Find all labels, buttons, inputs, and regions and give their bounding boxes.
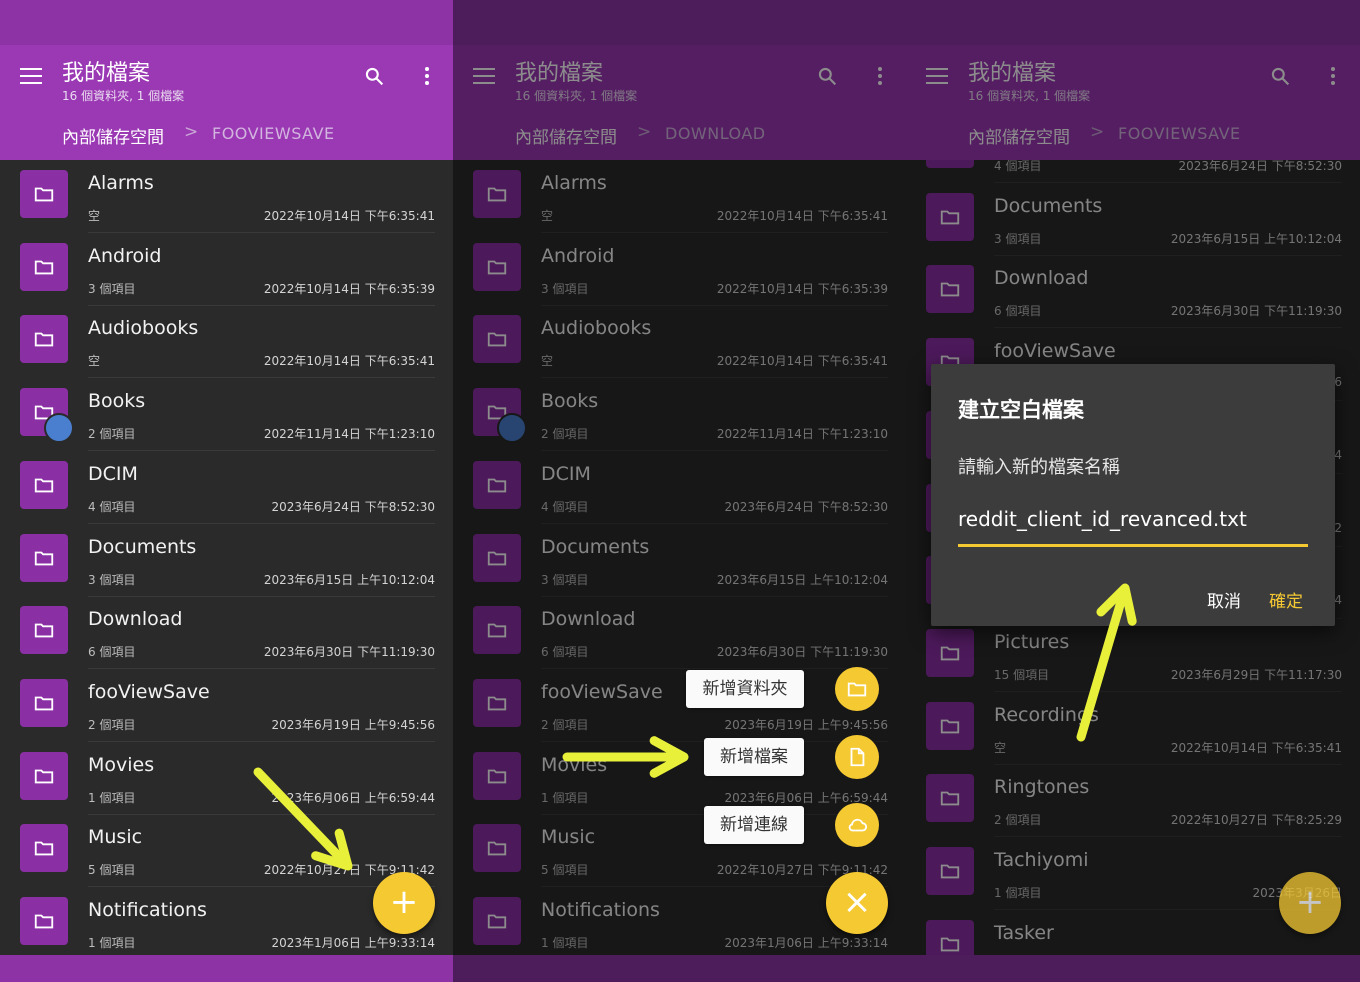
item-date: 2023年6月30日 下午11:19:30	[263, 645, 435, 660]
dot	[425, 67, 429, 71]
item-date: 2023年6月15日 上午10:12:04	[263, 572, 435, 587]
new-file-label[interactable]: 新增檔案	[704, 738, 804, 776]
new-folder-button[interactable]	[835, 667, 879, 711]
hamburger-menu-icon[interactable]	[20, 68, 42, 84]
item-name: fooViewSave	[88, 680, 210, 703]
item-count: 1 個項目	[88, 790, 136, 805]
new-file-button[interactable]	[835, 735, 879, 779]
item-name: Audiobooks	[88, 317, 199, 340]
dot	[425, 81, 429, 85]
item-name: Documents	[88, 535, 197, 558]
dialog-title: 建立空白檔案	[958, 398, 1084, 422]
item-count: 4 個項目	[88, 499, 136, 514]
item-count: 空	[88, 354, 101, 369]
file-list-item[interactable]: Alarms 空 2022年10月14日 下午6:35:41	[0, 160, 453, 233]
add-fab-button[interactable]: +	[373, 872, 435, 934]
item-count: 空	[88, 209, 101, 223]
folder-icon	[20, 242, 68, 291]
app-title: 我的檔案	[62, 61, 151, 86]
item-count: 1 個項目	[88, 936, 136, 950]
item-name: Android	[88, 244, 162, 267]
folder-icon	[20, 751, 68, 800]
file-list: Alarms 空 2022年10月14日 下午6:35:41 Android 3 個項目…	[0, 160, 453, 955]
item-name: Movies	[88, 753, 155, 776]
input-underline	[958, 544, 1308, 547]
file-list-item[interactable]: DCIM 4 個項目 2023年6月24日 下午8:52:30	[0, 451, 453, 524]
item-count: 2 個項目	[88, 717, 136, 732]
cancel-button[interactable]: 取消	[1207, 587, 1241, 612]
folder-icon	[20, 170, 68, 218]
item-name: Notifications	[88, 899, 207, 921]
file-list-item[interactable]: Documents 3 個項目 2023年6月15日 上午10:12:04	[0, 524, 453, 597]
create-file-dialog: 建立空白檔案請輸入新的檔案名稱 reddit_client_id_revanced…	[931, 364, 1335, 626]
item-count: 6 個項目	[88, 645, 136, 660]
breadcrumb-current[interactable]: FOOVIEWSAVE	[212, 124, 335, 143]
file-list-item[interactable]: Android 3 個項目 2022年10月14日 下午6:35:39	[0, 233, 453, 306]
new-connection-label[interactable]: 新增連線	[704, 806, 804, 844]
item-name: Download	[88, 608, 183, 631]
navigation-bar	[0, 955, 453, 982]
item-date: 2023年6月24日 下午8:52:30	[271, 499, 435, 514]
item-name: Books	[88, 390, 146, 413]
item-name: Music	[88, 826, 143, 849]
item-date: 2023年6月06日 上午6:59:44	[271, 790, 435, 805]
breadcrumb-separator: >	[184, 122, 199, 142]
status-bar	[0, 0, 453, 45]
dot	[425, 74, 429, 78]
search-icon[interactable]	[364, 66, 384, 86]
folder-icon	[20, 606, 68, 655]
plus-icon: +	[389, 882, 419, 922]
item-date: 2022年10月14日 下午6:35:39	[263, 281, 435, 296]
app-panel-2: 我的檔案 16 個資料夾, 1 個檔案 內部儲存空間 > DOWNLOAD Alarms 空…	[453, 0, 906, 982]
folder-icon	[20, 824, 68, 873]
more-vert-icon[interactable]	[424, 67, 430, 87]
folder-icon	[20, 460, 68, 509]
app-panel-1: 我的檔案 16 個資料夾, 1 個檔案內部儲存空間 > FOOVIEWSAVE Alar…	[0, 0, 453, 982]
app-subtitle: 16 個資料夾, 1 個檔案	[62, 89, 185, 103]
menu-line	[20, 82, 42, 84]
cloud-sync-badge-icon	[44, 413, 74, 444]
plus-icon: +	[1295, 882, 1325, 922]
item-date: 2022年11月14日 下午1:23:10	[263, 427, 435, 442]
item-count: 2 個項目	[88, 427, 136, 442]
file-list-item[interactable]: Movies 1 個項目 2023年6月06日 上午6:59:44	[0, 742, 453, 815]
close-icon: ×	[842, 882, 872, 922]
file-list-item[interactable]: Download 6 個項目 2023年6月30日 下午11:19:30	[0, 596, 453, 670]
menu-line	[20, 68, 42, 70]
ok-button[interactable]: 確定	[1269, 587, 1303, 612]
item-name: Alarms	[88, 172, 154, 194]
folder-icon	[20, 315, 68, 364]
file-list-item[interactable]: Audiobooks 空 2022年10月14日 下午6:35:41	[0, 305, 453, 379]
folder-icon	[20, 533, 68, 582]
file-list-item[interactable]: Books 2 個項目 2022年11月14日 下午1:23:10	[0, 378, 453, 452]
item-date: 2023年1月06日 上午9:33:14	[271, 936, 435, 950]
dialog-message: 請輸入新的檔案名稱	[958, 457, 1120, 478]
add-fab-button[interactable]: +	[1279, 872, 1341, 934]
file-list-item[interactable]: fooViewSave 2 個項目 2023年6月19日 上午9:45:56	[0, 669, 453, 742]
folder-icon	[20, 388, 74, 444]
new-folder-label[interactable]: 新增資料夾	[686, 670, 804, 708]
close-fab-button[interactable]: ×	[826, 872, 888, 934]
item-date: 2022年10月14日 下午6:35:41	[263, 354, 435, 369]
item-date: 2022年10月14日 下午6:35:41	[263, 209, 435, 223]
item-name: DCIM	[88, 462, 138, 485]
menu-line	[20, 75, 42, 77]
item-count: 5 個項目	[88, 863, 136, 878]
breadcrumb-root[interactable]: 內部儲存空間	[62, 123, 164, 148]
filename-input[interactable]: reddit_client_id_revanced.txt	[958, 507, 1308, 531]
item-date: 2023年6月19日 上午9:45:56	[271, 717, 435, 732]
item-count: 3 個項目	[88, 281, 136, 296]
item-count: 3 個項目	[88, 572, 136, 587]
folder-icon	[20, 678, 68, 727]
new-connection-button[interactable]	[835, 803, 879, 847]
folder-icon	[20, 897, 68, 945]
